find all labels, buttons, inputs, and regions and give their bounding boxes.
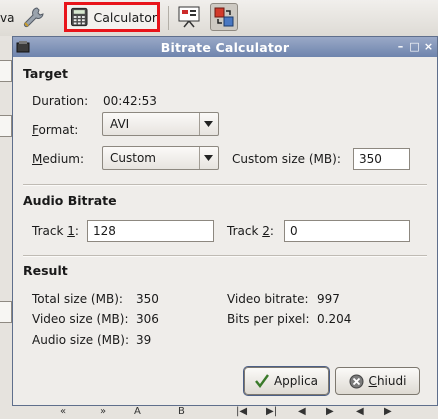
track2-label-suffix: : xyxy=(269,224,274,238)
swap-icon xyxy=(214,7,234,27)
format-label-rest: ormat: xyxy=(38,123,79,137)
target-heading: Target xyxy=(23,66,68,81)
dialog-title: Bitrate Calculator xyxy=(160,40,290,55)
custom-size-label: Custom size (MB): xyxy=(232,152,341,166)
close-icon[interactable]: × xyxy=(422,40,435,53)
swap-button[interactable] xyxy=(210,3,238,31)
minimize-icon[interactable]: – xyxy=(394,40,407,53)
video-bitrate-label: Video bitrate: xyxy=(227,292,309,306)
close-button-label: Chiudi xyxy=(369,374,407,388)
apply-button-label: Applica xyxy=(273,374,319,388)
custom-size-input[interactable]: 350 xyxy=(353,148,410,170)
preview-icon xyxy=(178,6,200,28)
section-divider xyxy=(23,184,427,186)
wrench-icon xyxy=(23,7,44,28)
track1-label-suffix: : xyxy=(74,224,79,238)
chevron-down-icon xyxy=(204,155,213,161)
track2-label: Track 2: xyxy=(227,224,274,238)
format-label: Format: xyxy=(32,123,78,137)
close-label-rest: hiudi xyxy=(376,374,407,388)
track2-label-prefix: Track xyxy=(227,224,263,238)
audio-size-label: Audio size (MB): xyxy=(32,333,129,347)
calculator-button-label: Calculator xyxy=(93,9,157,25)
track1-label-prefix: Track xyxy=(32,224,68,238)
duration-label: Duration: xyxy=(32,94,89,108)
format-select[interactable]: AVI xyxy=(102,112,219,136)
calculator-icon xyxy=(71,7,88,27)
close-button[interactable]: Chiudi xyxy=(335,367,420,395)
total-size-label: Total size (MB): xyxy=(32,292,123,306)
bits-per-pixel-value: 0.204 xyxy=(317,312,352,326)
close-label-mnemonic: C xyxy=(368,374,377,388)
medium-label: Medium: xyxy=(32,152,84,166)
apply-button[interactable]: Applica xyxy=(244,367,329,395)
background-combo-edge[interactable] xyxy=(0,60,12,82)
calculator-button[interactable]: Calculator xyxy=(64,2,160,32)
format-select-value: AVI xyxy=(110,117,130,131)
checkmark-icon xyxy=(255,374,269,388)
main-toolbar: va Calculator xyxy=(0,0,438,37)
total-size-value: 350 xyxy=(136,292,159,306)
track1-label: Track 1: xyxy=(32,224,79,238)
chevron-down-icon xyxy=(204,121,213,127)
medium-select-arrow xyxy=(199,147,218,169)
preview-button[interactable] xyxy=(178,6,200,28)
track2-input[interactable]: 0 xyxy=(284,220,410,242)
result-heading: Result xyxy=(23,263,68,278)
section-divider xyxy=(23,255,427,257)
background-combo-edge[interactable] xyxy=(0,115,12,137)
video-size-label: Video size (MB): xyxy=(32,312,129,326)
settings-button[interactable] xyxy=(22,5,46,29)
audio-bitrate-heading: Audio Bitrate xyxy=(23,193,117,208)
background-timeline-controls: «» AB |◀ ▶| ◀ ▶ ◀ ▶ xyxy=(0,406,438,419)
track1-input[interactable]: 128 xyxy=(87,220,214,242)
track2-label-mnemonic: 2 xyxy=(262,224,270,238)
dialog-content: Target Duration: 00:42:53 Format: AVI Me… xyxy=(13,57,437,405)
video-bitrate-value: 997 xyxy=(317,292,340,306)
medium-select-value: Custom xyxy=(110,151,156,165)
medium-select[interactable]: Custom xyxy=(102,146,219,170)
dialog-titlebar[interactable]: Bitrate Calculator – □ × xyxy=(13,37,437,57)
format-select-arrow xyxy=(199,113,218,135)
bitrate-calculator-dialog: Bitrate Calculator – □ × Target Duration… xyxy=(12,36,438,406)
medium-label-mnemonic: M xyxy=(32,152,43,166)
video-size-value: 306 xyxy=(136,312,159,326)
bits-per-pixel-label: Bits per pixel: xyxy=(227,312,310,326)
medium-label-rest: edium: xyxy=(42,152,85,166)
close-circle-icon xyxy=(349,374,364,388)
track1-label-mnemonic: 1 xyxy=(67,224,75,238)
maximize-icon[interactable]: □ xyxy=(408,40,421,53)
toolbar-separator xyxy=(168,6,169,30)
toolbar-partial-label: va xyxy=(0,11,15,25)
duration-value: 00:42:53 xyxy=(103,94,157,108)
background-combo-edge[interactable] xyxy=(0,301,12,323)
audio-size-value: 39 xyxy=(136,333,152,347)
